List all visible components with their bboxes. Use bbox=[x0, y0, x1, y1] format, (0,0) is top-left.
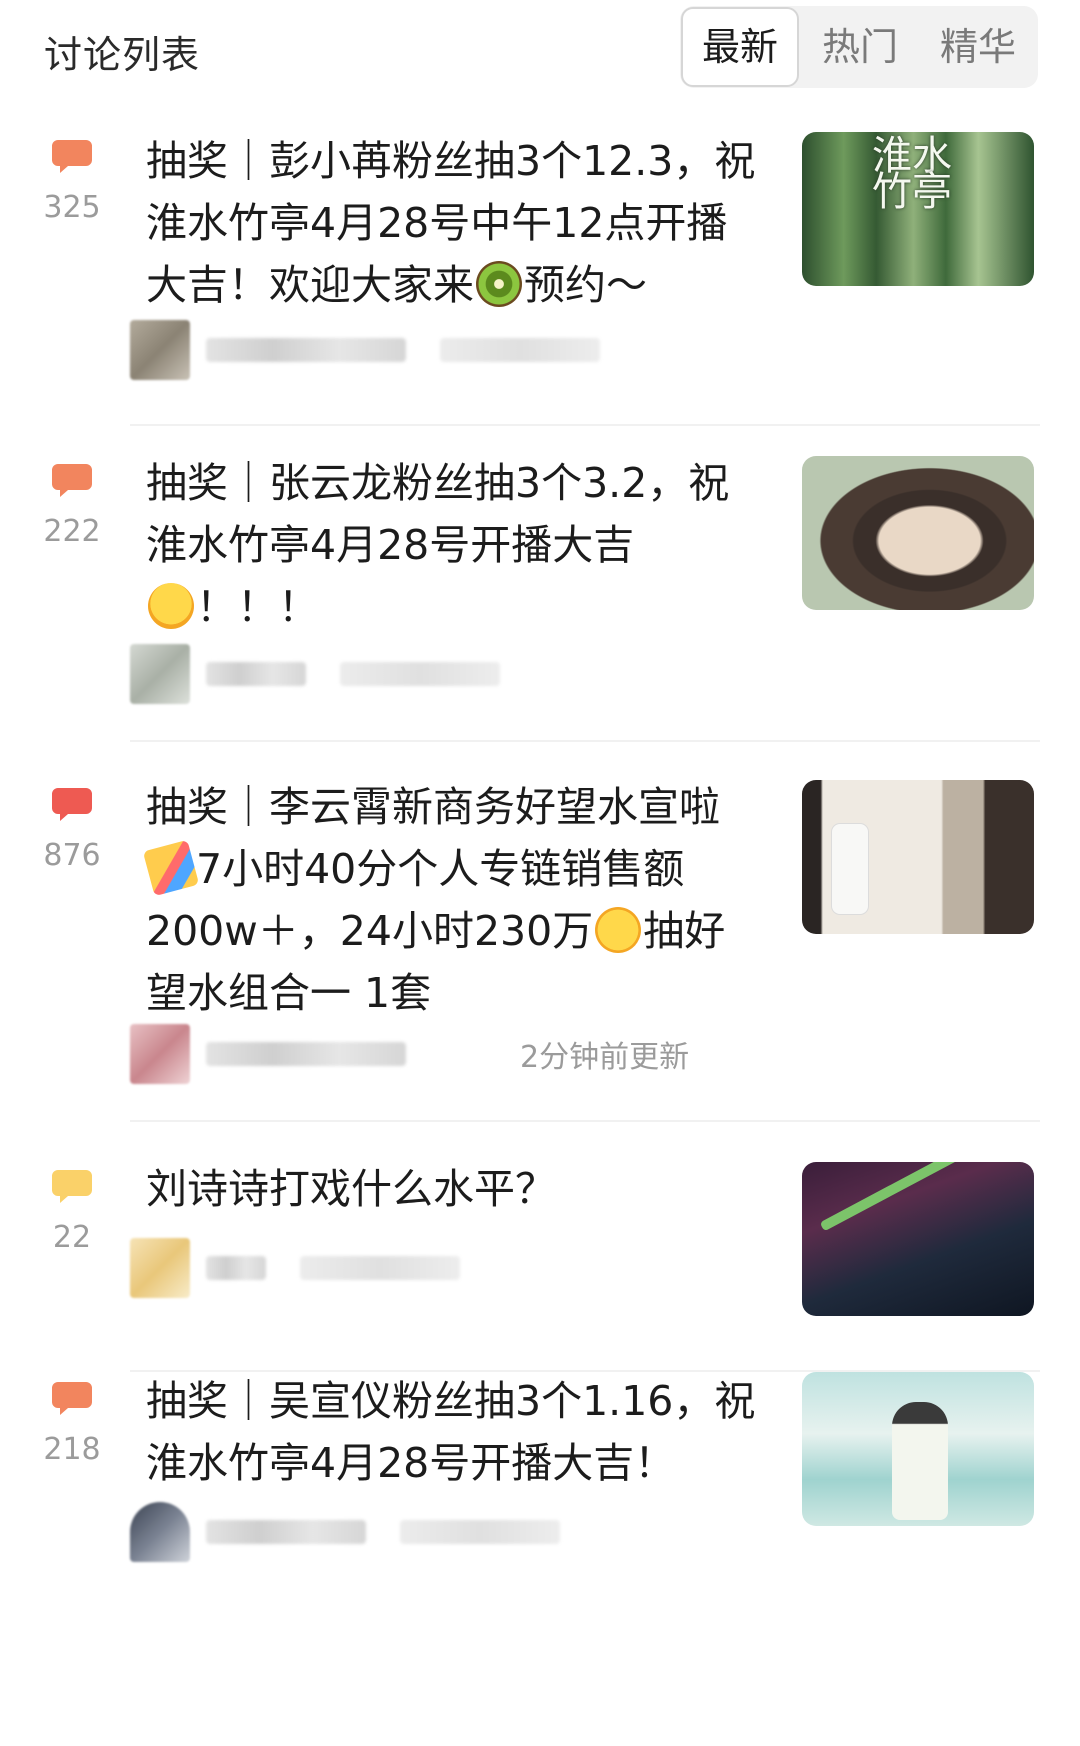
smiling-face-with-hearts-emoji-icon bbox=[148, 583, 194, 629]
timestamp-redacted bbox=[340, 662, 500, 686]
avatar[interactable] bbox=[130, 644, 190, 704]
timestamp-redacted bbox=[400, 1520, 560, 1544]
timestamp-redacted bbox=[300, 1256, 460, 1280]
post-title-text: ！！！ bbox=[196, 583, 319, 631]
post-title-text: 抽奖｜彭小苒粉丝抽3个12.3，祝淮水竹亭4月28号中午12点开播大吉！欢迎大家… bbox=[146, 137, 756, 309]
comment-count-block: 876 bbox=[40, 788, 104, 888]
comment-count: 876 bbox=[43, 838, 101, 873]
post-meta bbox=[130, 1238, 690, 1298]
post-title-text: 抽奖｜张云龙粉丝抽3个3.2，祝淮水竹亭4月28号开播大吉 bbox=[146, 459, 730, 569]
avatar[interactable] bbox=[130, 1502, 190, 1562]
partying-face-emoji-icon bbox=[595, 907, 642, 953]
orange-chat-bubble-icon bbox=[52, 464, 92, 497]
list-item[interactable]: 325 抽奖｜彭小苒粉丝抽3个12.3，祝淮水竹亭4月28号中午12点开播大吉！… bbox=[0, 128, 1080, 428]
post-title[interactable]: 抽奖｜彭小苒粉丝抽3个12.3，祝淮水竹亭4月28号中午12点开播大吉！欢迎大家… bbox=[146, 130, 766, 316]
post-title-text: 抽奖｜吴宣仪粉丝抽3个1.16，祝淮水竹亭4月28号开播大吉！ bbox=[146, 1377, 756, 1487]
tab-latest[interactable]: 最新 bbox=[681, 7, 799, 87]
author-name-redacted bbox=[206, 1520, 366, 1544]
list-item[interactable]: 218 抽奖｜吴宣仪粉丝抽3个1.16，祝淮水竹亭4月28号开播大吉！ bbox=[0, 1368, 1080, 1746]
avatar[interactable] bbox=[130, 320, 190, 380]
post-thumbnail[interactable] bbox=[802, 780, 1034, 934]
post-thumbnail[interactable] bbox=[802, 1372, 1034, 1526]
avatar[interactable] bbox=[130, 1024, 190, 1084]
post-title-text: 预约～ bbox=[524, 261, 647, 309]
sort-tabs: 最新 热门 精华 bbox=[680, 6, 1038, 88]
post-meta bbox=[130, 1502, 690, 1562]
sword-graphic bbox=[819, 1162, 1028, 1232]
divider bbox=[130, 740, 1040, 742]
comment-count: 218 bbox=[43, 1432, 101, 1467]
post-meta: 2分钟前更新 bbox=[130, 1024, 690, 1084]
avatar[interactable] bbox=[130, 1238, 190, 1298]
figure-graphic bbox=[892, 1402, 948, 1520]
header: 讨论列表 最新 热门 精华 bbox=[0, 0, 1080, 104]
author-name-redacted bbox=[206, 338, 406, 362]
timestamp-redacted bbox=[440, 338, 600, 362]
comment-count: 222 bbox=[43, 514, 101, 549]
bottle-graphic bbox=[832, 824, 868, 914]
post-title[interactable]: 刘诗诗打戏什么水平？ bbox=[146, 1158, 766, 1220]
page-title: 讨论列表 bbox=[44, 33, 201, 77]
kiwi-emoji-icon bbox=[476, 261, 522, 307]
divider bbox=[130, 1120, 1040, 1122]
post-thumbnail[interactable] bbox=[802, 456, 1034, 610]
post-thumbnail[interactable] bbox=[802, 1162, 1034, 1316]
comment-count-block: 325 bbox=[40, 140, 104, 240]
poster-calligraphy: 淮水竹亭 bbox=[872, 133, 952, 215]
post-title[interactable]: 抽奖｜李云霄新商务好望水宣啦 7小时40分个人专链销售额200w＋，24小时230… bbox=[142, 776, 766, 1024]
comment-count: 325 bbox=[43, 190, 101, 225]
divider bbox=[130, 424, 1040, 426]
comment-count-block: 22 bbox=[40, 1170, 104, 1270]
comment-count-block: 222 bbox=[40, 464, 104, 564]
post-title[interactable]: 抽奖｜张云龙粉丝抽3个3.2，祝淮水竹亭4月28号开播大吉 ！！！ bbox=[146, 452, 766, 638]
tab-hot[interactable]: 热门 bbox=[804, 6, 916, 88]
post-meta bbox=[130, 320, 690, 380]
yellow-chat-bubble-icon bbox=[52, 1170, 92, 1203]
comment-count-block: 218 bbox=[40, 1382, 104, 1482]
author-name-redacted bbox=[206, 1042, 406, 1066]
post-title[interactable]: 抽奖｜吴宣仪粉丝抽3个1.16，祝淮水竹亭4月28号开播大吉！ bbox=[146, 1370, 766, 1494]
comment-count: 22 bbox=[52, 1220, 92, 1255]
post-title-text: 抽奖｜李云霄新商务好望水宣啦 bbox=[146, 783, 720, 831]
party-popper-emoji-icon bbox=[142, 839, 200, 897]
tab-featured[interactable]: 精华 bbox=[922, 6, 1034, 88]
post-title-text: 刘诗诗打戏什么水平？ bbox=[146, 1165, 556, 1213]
orange-chat-bubble-icon bbox=[52, 1382, 92, 1415]
list-item[interactable]: 22 刘诗诗打戏什么水平？ bbox=[0, 1158, 1080, 1378]
author-name-redacted bbox=[206, 1256, 266, 1280]
update-time: 2分钟前更新 bbox=[520, 1040, 690, 1075]
list-item[interactable]: 876 抽奖｜李云霄新商务好望水宣啦 7小时40分个人专链销售额200w＋，24小… bbox=[0, 776, 1080, 1132]
orange-chat-bubble-icon bbox=[52, 140, 92, 173]
post-meta bbox=[130, 644, 690, 704]
post-thumbnail[interactable]: 淮水竹亭 bbox=[802, 132, 1034, 286]
list-item[interactable]: 222 抽奖｜张云龙粉丝抽3个3.2，祝淮水竹亭4月28号开播大吉 ！！！ bbox=[0, 452, 1080, 752]
author-name-redacted bbox=[206, 662, 306, 686]
red-chat-bubble-icon bbox=[52, 788, 92, 821]
